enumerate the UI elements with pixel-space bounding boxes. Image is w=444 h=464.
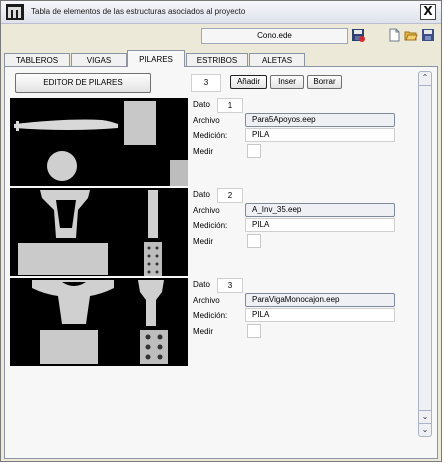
- table-editor-window: Tabla de elementos de las estructuras as…: [0, 0, 442, 462]
- medir-label-2: Medir: [193, 237, 214, 246]
- window-title: Tabla de elementos de las estructuras as…: [31, 7, 246, 16]
- pilares-panel: EDITOR DE PILARES 3 Añadir Inser Borrar …: [4, 66, 438, 459]
- dato-label-2: Dato: [193, 190, 210, 199]
- dato-label-3: Dato: [193, 280, 210, 289]
- pier-drawing-3: [32, 280, 168, 364]
- archivo-label-3: Archivo: [193, 296, 220, 305]
- add-button[interactable]: Añadir: [230, 75, 267, 89]
- medir-checkbox-3[interactable]: [247, 324, 261, 338]
- new-document-icon[interactable]: [387, 28, 401, 42]
- pier-drawing-2: [18, 190, 162, 276]
- close-button[interactable]: X: [420, 4, 436, 20]
- element-preview-1: [10, 98, 188, 186]
- medicion-field-3[interactable]: PILA: [245, 308, 395, 322]
- element-preview-3: [10, 278, 188, 366]
- medicion-field-2[interactable]: PILA: [245, 218, 395, 232]
- medir-label-1: Medir: [193, 147, 214, 156]
- insert-button[interactable]: Inser: [270, 75, 304, 89]
- vertical-scrollbar[interactable]: ⌃ ⌄ ⌄: [418, 71, 432, 437]
- dato-value-3: 3: [217, 278, 243, 293]
- app-icon: [6, 4, 24, 20]
- save-red-icon[interactable]: [351, 28, 365, 42]
- dato-value-2: 2: [217, 188, 243, 203]
- archivo-label-2: Archivo: [193, 206, 220, 215]
- tab-tableros[interactable]: TABLEROS: [4, 53, 70, 66]
- archivo-field-3[interactable]: ParaVigaMonocajon.eep: [245, 293, 395, 307]
- scroll-page-down-button[interactable]: ⌄: [419, 410, 431, 424]
- delete-button[interactable]: Borrar: [307, 75, 342, 89]
- title-bar: Tabla de elementos de las estructuras as…: [1, 1, 441, 24]
- toolbar: Cono.ede: [1, 24, 441, 46]
- medicion-label-2: Medición:: [193, 221, 228, 230]
- archivo-field-1[interactable]: Para5Apoyos.eep: [245, 113, 395, 127]
- medir-checkbox-1[interactable]: [247, 144, 261, 158]
- medir-checkbox-2[interactable]: [247, 234, 261, 248]
- archivo-field-2[interactable]: A_Inv_35.eep: [245, 203, 395, 217]
- medicion-field-1[interactable]: PILA: [245, 128, 395, 142]
- medir-label-3: Medir: [193, 327, 214, 336]
- tab-vigas[interactable]: VIGAS: [71, 53, 127, 66]
- tab-estribos[interactable]: ESTRIBOS: [186, 53, 248, 66]
- editor-pilares-button[interactable]: EDITOR DE PILARES: [15, 73, 151, 93]
- project-file-field[interactable]: Cono.ede: [201, 28, 348, 44]
- dato-value-1: 1: [217, 98, 243, 113]
- archivo-label-1: Archivo: [193, 116, 220, 125]
- pier-drawing-1: [14, 101, 188, 186]
- scroll-down-button[interactable]: ⌄: [419, 423, 431, 437]
- tab-pilares[interactable]: PILARES: [127, 50, 185, 67]
- save-icon[interactable]: [421, 28, 435, 42]
- element-count: 3: [191, 74, 221, 92]
- medicion-label-3: Medición:: [193, 311, 228, 320]
- open-folder-icon[interactable]: [404, 28, 418, 42]
- dato-label-1: Dato: [193, 100, 210, 109]
- tab-aletas[interactable]: ALETAS: [249, 53, 305, 66]
- scroll-up-button[interactable]: ⌃: [419, 72, 431, 86]
- element-preview-2: [10, 188, 188, 276]
- medicion-label-1: Medición:: [193, 131, 228, 140]
